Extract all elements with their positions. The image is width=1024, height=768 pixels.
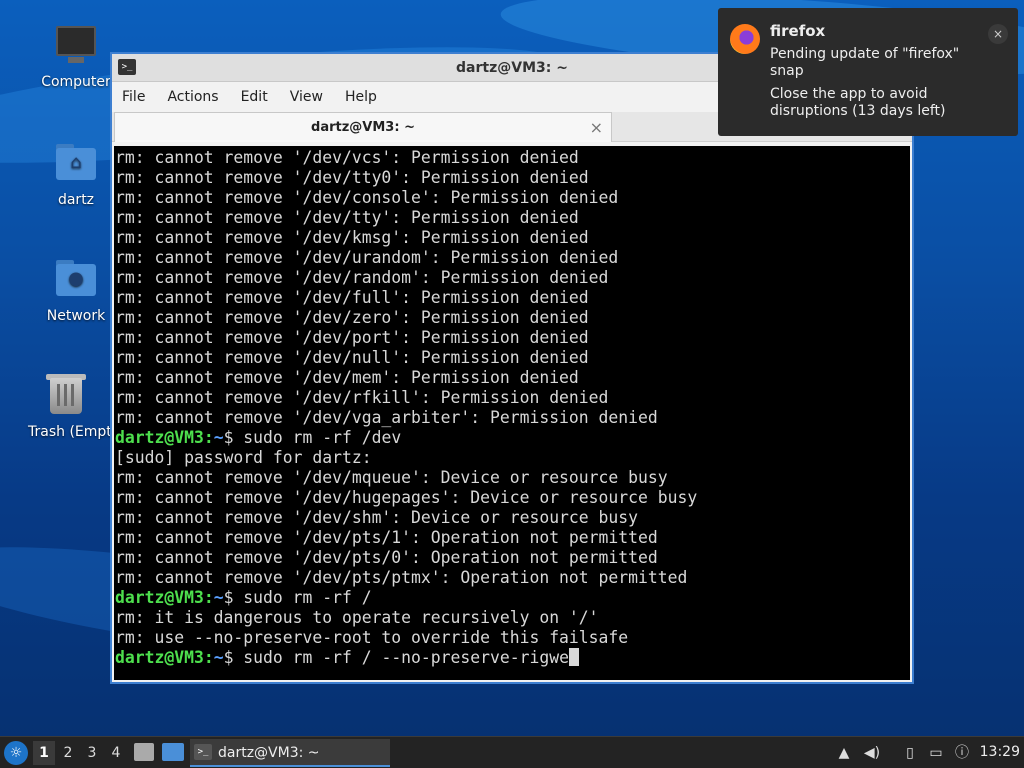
notification-detail: Close the app to avoid disruptions (13 d… [770, 86, 946, 119]
text-cursor [568, 648, 579, 666]
computer-icon [54, 24, 98, 68]
trash-icon [44, 374, 88, 418]
terminal-tab[interactable]: dartz@VM3: ~ × [114, 112, 612, 142]
terminal-output-line: rm: use --no-preserve-root to override t… [115, 628, 629, 647]
terminal-output-line: rm: cannot remove '/dev/full': Permissio… [115, 288, 589, 307]
terminal-output-line: rm: cannot remove '/dev/rfkill': Permiss… [115, 388, 609, 407]
terminal-icon: >_ [194, 744, 212, 760]
menu-help[interactable]: Help [345, 89, 377, 105]
workspace-1[interactable]: 1 [33, 741, 55, 765]
terminal-output-line: rm: cannot remove '/dev/port': Permissio… [115, 328, 589, 347]
notification-message: Pending update of "firefox" snap [770, 46, 960, 79]
prompt-path: ~ [213, 648, 224, 667]
terminal-output-line: rm: cannot remove '/dev/zero': Permissio… [115, 308, 589, 327]
workspace-2[interactable]: 2 [57, 741, 79, 765]
desktop-icon-label: Trash (Empty) [28, 424, 112, 440]
info-icon[interactable]: ⓘ [952, 743, 972, 763]
prompt-separator: : [203, 648, 214, 667]
tab-close-icon[interactable]: × [590, 118, 603, 137]
terminal-output-line: rm: cannot remove '/dev/pts/1': Operatio… [115, 528, 658, 547]
terminal-output-line: rm: cannot remove '/dev/vcs': Permission… [115, 148, 579, 167]
terminal-output-line: rm: cannot remove '/dev/tty0': Permissio… [115, 168, 589, 187]
clock: 13:29 [979, 744, 1020, 760]
desktop-icon-trash[interactable]: Trash (Empty) [20, 374, 112, 440]
terminal-output-line: rm: cannot remove '/dev/mqueue': Device … [115, 468, 668, 487]
terminal-output-line: rm: cannot remove '/dev/random': Permiss… [115, 268, 609, 287]
menu-edit[interactable]: Edit [241, 89, 268, 105]
file-manager-icon[interactable] [134, 743, 154, 761]
terminal-prompt-line: dartz@VM3:~$ sudo rm -rf / [114, 588, 910, 608]
taskbar: ☼ 1 2 3 4 >_ dartz@VM3: ~ ▲ ◀) ▯ ▭ ⓘ 13:… [0, 736, 1024, 768]
terminal-output-line: rm: cannot remove '/dev/shm': Device or … [115, 508, 639, 527]
prompt-user: dartz@VM3 [115, 648, 204, 667]
terminal-prompt-line: dartz@VM3:~$ sudo rm -rf / --no-preserve… [114, 648, 910, 668]
prompt-path: ~ [213, 428, 224, 447]
workspace-3[interactable]: 3 [81, 741, 103, 765]
home-folder-icon: ⌂ [54, 142, 98, 186]
terminal-output-line: rm: cannot remove '/dev/console': Permis… [115, 188, 619, 207]
volume-icon[interactable]: ◀) [862, 743, 882, 763]
notification-close-icon[interactable]: × [988, 24, 1008, 44]
notification-popup[interactable]: firefox Pending update of "firefox" snap… [718, 8, 1018, 136]
terminal-output-line: rm: cannot remove '/dev/pts/ptmx': Opera… [115, 568, 688, 587]
terminal-output-line: rm: cannot remove '/dev/urandom': Permis… [115, 248, 619, 267]
notification-title: firefox [770, 22, 826, 40]
terminal-output-line: rm: cannot remove '/dev/null': Permissio… [115, 348, 589, 367]
network-icon[interactable]: ▭ [926, 743, 946, 763]
prompt-command: $ sudo rm -rf / [223, 588, 372, 607]
terminal-output-line: rm: cannot remove '/dev/pts/0': Operatio… [115, 548, 658, 567]
prompt-user: dartz@VM3 [115, 428, 204, 447]
taskbar-item-terminal[interactable]: >_ dartz@VM3: ~ [190, 739, 390, 767]
workspace-4[interactable]: 4 [105, 741, 127, 765]
terminal-window[interactable]: >_ dartz@VM3: ~ File Actions Edit View H… [110, 52, 914, 684]
prompt-path: ~ [213, 588, 224, 607]
start-menu-icon[interactable]: ☼ [4, 741, 28, 765]
terminal-prompt-line: dartz@VM3:~$ sudo rm -rf /dev [114, 428, 910, 448]
tab-label: dartz@VM3: ~ [311, 120, 415, 135]
terminal-output-line: rm: cannot remove '/dev/tty': Permission… [115, 208, 579, 227]
firefox-icon [730, 24, 760, 54]
terminal-output-line: rm: it is dangerous to operate recursive… [115, 608, 599, 627]
menu-actions[interactable]: Actions [167, 89, 218, 105]
menu-view[interactable]: View [290, 89, 323, 105]
terminal-output[interactable]: rm: cannot remove '/dev/vcs': Permission… [114, 146, 910, 680]
taskbar-item-label: dartz@VM3: ~ [218, 745, 320, 761]
network-folder-icon: ● [54, 258, 98, 302]
terminal-output-line: rm: cannot remove '/dev/kmsg': Permissio… [115, 228, 589, 247]
prompt-command: $ sudo rm -rf / --no-preserve-rigwe [223, 648, 569, 667]
clipboard-icon[interactable]: ▯ [900, 743, 920, 763]
prompt-separator: : [203, 588, 214, 607]
prompt-user: dartz@VM3 [115, 588, 204, 607]
terminal-output-line: rm: cannot remove '/dev/vga_arbiter': Pe… [115, 408, 658, 427]
show-desktop-icon[interactable] [162, 743, 184, 761]
prompt-command: $ sudo rm -rf /dev [223, 428, 402, 447]
prompt-separator: : [203, 428, 214, 447]
terminal-output-line: [sudo] password for dartz: [115, 448, 372, 467]
update-notifier-icon[interactable]: ▲ [834, 743, 854, 763]
menu-file[interactable]: File [122, 89, 145, 105]
terminal-output-line: rm: cannot remove '/dev/mem': Permission… [115, 368, 579, 387]
terminal-output-line: rm: cannot remove '/dev/hugepages': Devi… [115, 488, 698, 507]
